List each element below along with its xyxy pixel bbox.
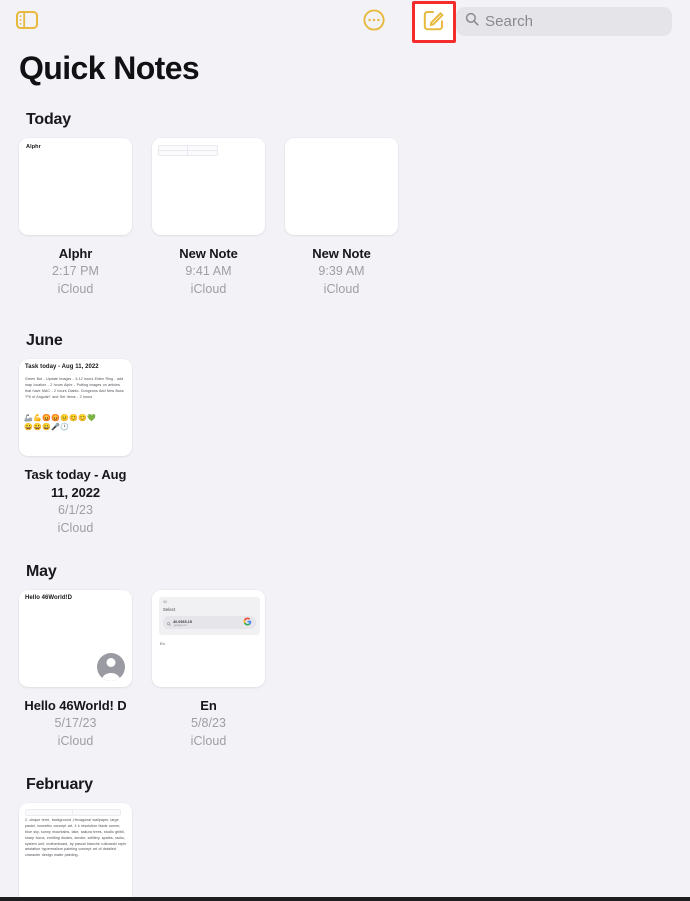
note-date: 6/1/23 — [57, 503, 94, 518]
note-date: 5/17/23 — [54, 715, 97, 730]
section-header-june: June — [26, 332, 63, 350]
note-source: iCloud — [323, 281, 360, 296]
section-header-today: Today — [26, 111, 71, 128]
note-thumbnail[interactable]: Alphr — [19, 138, 132, 235]
bottom-edge-strip — [0, 897, 690, 901]
note-thumbnail[interactable]: 2. cinque terre, background ,Hexagonal w… — [19, 803, 132, 901]
note-source: iCloud — [190, 733, 227, 748]
page-title: Quick Notes — [19, 50, 200, 86]
screenshot-search-bar: 40.0565.15 google.com — [163, 613, 256, 631]
thumbnail-emoji-row: 😀😀😀🎤🕐 — [24, 424, 70, 432]
screenshot-footer-text: En — [160, 640, 165, 646]
note-title: Alphr — [58, 246, 93, 261]
compose-note-button[interactable] — [421, 9, 447, 35]
note-title: Hello 46World! D — [24, 697, 127, 713]
note-card-hello-world[interactable]: Hello 46World!D Hello 46World! D 5/17/23… — [19, 589, 132, 750]
note-title: Task today - Aug 11, 2022 — [24, 467, 127, 501]
note-source: iCloud — [190, 281, 227, 296]
thumbnail-preview-title: Alphr — [26, 144, 41, 150]
notes-grid-february: 2. cinque terre, background ,Hexagonal w… — [19, 803, 690, 901]
note-card-task-today[interactable]: Task today - Aug 11, 2022 Green Bot - Up… — [19, 359, 132, 537]
section-header-may: May — [26, 562, 57, 580]
note-thumbnail[interactable]: Hello 46World!D — [19, 589, 132, 687]
search-input[interactable]: Search — [456, 7, 672, 36]
note-title: New Note — [179, 246, 238, 261]
notes-grid-may: Hello 46World!D Hello 46World! D 5/17/23… — [19, 589, 690, 750]
section-header-february: February — [26, 776, 93, 794]
note-card-en[interactable]: 44 Select 40.0565.15 google.com En En 5/… — [152, 589, 265, 750]
section-may: May Hello 46World!D Hello 46World! D 5/1… — [19, 563, 690, 750]
table-preview-icon — [25, 809, 121, 817]
section-today: Today Alphr Alphr 2:17 PM iCloud New Not… — [19, 111, 690, 298]
screenshot-query-subtext: google.com — [174, 624, 188, 628]
toolbar: Search — [0, 0, 690, 44]
compose-icon — [422, 8, 446, 37]
screenshot-tiny-text: 44 — [163, 599, 167, 604]
note-date: 2:17 PM — [52, 263, 99, 278]
search-icon — [465, 12, 479, 31]
sidebar-toggle-button[interactable] — [14, 10, 40, 34]
note-date: 9:39 AM — [318, 263, 365, 278]
notes-grid-june: Task today - Aug 11, 2022 Green Bot - Up… — [19, 359, 690, 537]
person-avatar-icon — [97, 652, 125, 681]
note-title: En — [200, 697, 217, 713]
compose-button-wrapper — [412, 1, 456, 43]
note-thumbnail[interactable] — [152, 138, 265, 235]
screenshot-select-text: Select — [163, 606, 176, 612]
notes-content: Today Alphr Alphr 2:17 PM iCloud New Not… — [0, 111, 690, 901]
toolbar-actions — [362, 0, 456, 44]
note-source: iCloud — [57, 733, 94, 748]
google-logo-icon — [243, 613, 252, 631]
note-thumbnail[interactable]: 44 Select 40.0565.15 google.com En — [152, 589, 265, 687]
table-preview-icon — [158, 145, 218, 156]
thumbnail-preview-body: 2. cinque terre, background ,Hexagonal w… — [25, 818, 127, 858]
section-june: June Task today - Aug 11, 2022 Green Bot… — [19, 332, 690, 537]
screenshot-preview: 44 Select 40.0565.15 google.com — [159, 596, 260, 635]
section-february: February 2. cinque terre, background ,He… — [19, 776, 690, 901]
note-title: New Note — [312, 246, 371, 261]
sidebar-icon — [16, 10, 38, 34]
note-date: 5/8/23 — [190, 715, 227, 730]
note-card-new-note-941[interactable]: New Note 9:41 AM iCloud — [152, 138, 265, 298]
search-icon — [167, 613, 171, 631]
note-card-new-note-939[interactable]: New Note 9:39 AM iCloud — [285, 138, 398, 298]
notes-grid-today: Alphr Alphr 2:17 PM iCloud New Note 9:41… — [19, 138, 690, 298]
note-thumbnail[interactable] — [285, 138, 398, 235]
note-source: iCloud — [57, 521, 94, 536]
more-options-button[interactable] — [362, 8, 386, 36]
thumbnail-preview-body: Green Bot - Update Images - 3-12 hours E… — [25, 377, 124, 399]
more-circle-icon — [363, 8, 385, 36]
note-thumbnail[interactable]: Task today - Aug 11, 2022 Green Bot - Up… — [19, 359, 132, 457]
search-placeholder-text: Search — [485, 13, 534, 30]
note-date: 9:41 AM — [185, 263, 232, 278]
note-source: iCloud — [57, 281, 94, 296]
note-card-alphr[interactable]: Alphr Alphr 2:17 PM iCloud — [19, 138, 132, 298]
thumbnail-preview-heading: Hello 46World!D — [25, 594, 72, 601]
note-card-cinque-terre[interactable]: 2. cinque terre, background ,Hexagonal w… — [19, 803, 132, 901]
thumbnail-preview-heading: Task today - Aug 11, 2022 — [25, 364, 99, 371]
